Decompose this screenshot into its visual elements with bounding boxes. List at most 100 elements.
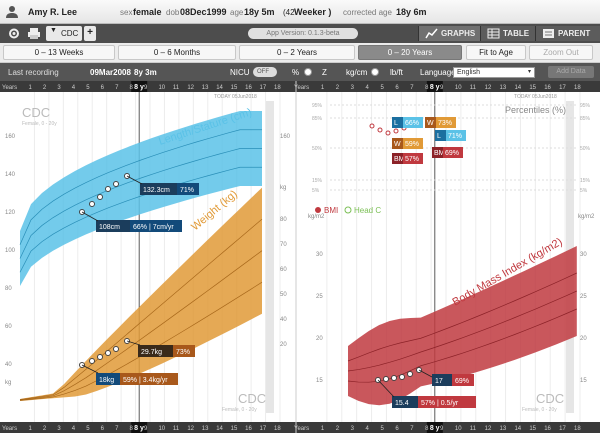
year-tick: 13 <box>500 85 507 91</box>
dob-value: 08Dec1999 <box>180 7 227 17</box>
bmi-unit-left: kg/m2 <box>308 214 325 220</box>
year-tick-bottom: 12 <box>187 426 194 432</box>
weight-data-point <box>113 346 119 352</box>
nicu-toggle[interactable]: OFF <box>253 67 277 77</box>
toolbar: ▼ CDC + App Version: 0.1.3-beta GRAPHS T… <box>0 24 600 43</box>
corrected-age-label: corrected age <box>343 8 392 17</box>
range-20-years[interactable]: 0 – 20 Years <box>358 45 462 60</box>
badge-w: W 73% <box>425 117 456 128</box>
range-13-weeks[interactable]: 0 – 13 Weeks <box>3 45 115 60</box>
language-value: English <box>457 69 480 76</box>
age-value: 18y 5m <box>244 7 275 17</box>
weight-prev-info: 59% | 3.4kg/yr <box>120 373 178 385</box>
bmi-tick-left: 15 <box>316 378 323 384</box>
year-tick: 16 <box>544 85 551 91</box>
age-marker-bottom-label: 8 y <box>134 425 144 432</box>
zoom-out-button[interactable]: Zoom Out <box>529 45 593 60</box>
language-select[interactable]: English ▾ <box>453 67 535 78</box>
units-radio[interactable] <box>371 68 379 76</box>
add-tab-button[interactable]: + <box>84 26 96 41</box>
fit-to-age-button[interactable]: Fit to Age <box>466 45 526 60</box>
table-button[interactable]: TABLE <box>480 26 535 41</box>
graphs-button[interactable]: GRAPHS <box>418 26 480 41</box>
bmi-tick-right: 15 <box>580 378 587 384</box>
percentile-tick: 95% <box>312 103 323 109</box>
percentile-tick-right: 15% <box>580 178 591 184</box>
percentile-point <box>385 130 391 136</box>
percentile-tick-right: 50% <box>580 146 591 152</box>
weight-tick-right: 20 <box>280 342 287 348</box>
print-icon[interactable] <box>26 26 42 41</box>
weight-tick-right: 70 <box>280 242 287 248</box>
bmi-current-pct: 69% <box>452 374 474 386</box>
growth-charts: YearsYears112233445566778899101011111212… <box>0 81 600 433</box>
year-tick: 11 <box>470 85 477 91</box>
year-tick-bottom: 15 <box>231 426 238 432</box>
percentile-tick-right: 85% <box>580 116 591 122</box>
parent-label: PARENT <box>558 29 591 38</box>
weight-data-point <box>89 358 95 364</box>
year-tick-bottom: 16 <box>245 426 252 432</box>
weight-tick-right: 50 <box>280 292 287 298</box>
bmi-tick-right: 20 <box>580 336 587 342</box>
length-data-point <box>113 181 119 187</box>
weight-tick-right: 80 <box>280 217 287 223</box>
today-band <box>266 101 274 413</box>
badge-l: L 66% <box>392 117 423 128</box>
range-2-years[interactable]: 0 – 2 Years <box>239 45 355 60</box>
lbft-label: lb/ft <box>390 68 403 77</box>
year-tick: 15 <box>231 85 238 91</box>
add-data-button[interactable]: Add Data <box>548 66 594 78</box>
weight-prev-info-text: 59% | 3.4kg/yr <box>123 377 168 384</box>
tab-cdc[interactable]: ▼ CDC <box>46 26 82 41</box>
length-current-callout-text: 132.3cm <box>143 187 170 194</box>
weeks-value: Weeker ) <box>294 7 332 17</box>
year-tick-bottom: 18 <box>274 426 281 432</box>
chevron-down-icon: ▼ <box>50 27 57 34</box>
weight-data-point <box>105 350 111 356</box>
length-current-pct: 71% <box>177 183 199 195</box>
sex-label: sex <box>120 8 133 17</box>
range-6-months[interactable]: 0 – 6 Months <box>118 45 236 60</box>
last-recording-label: Last recording <box>8 68 59 77</box>
year-tick: 18 <box>574 85 581 91</box>
bmi-prev-info: 57% | 0.5/yr <box>418 396 476 408</box>
weight-prev-callout-text: 18kg <box>99 377 114 384</box>
weight-current-pct: 73% <box>173 345 195 357</box>
length-tick-left: 160 <box>5 134 16 140</box>
year-tick: 14 <box>216 85 223 91</box>
length-data-point <box>105 186 111 192</box>
years-label-right: Years <box>294 85 309 91</box>
year-tick-bottom: 18 <box>574 426 581 432</box>
last-recording-date: 09Mar2008 <box>90 68 131 77</box>
bmi-legend-label: BMI <box>324 206 338 215</box>
badge-bmi2-pct: 69% <box>445 150 459 157</box>
bmi-prev-callout-text: 15.4 <box>395 400 409 407</box>
badge-l-pct: 66% <box>405 120 419 127</box>
year-tick: 10 <box>455 85 462 91</box>
year-tick-bottom: 10 <box>455 426 462 432</box>
parent-button[interactable]: PARENT <box>535 26 600 41</box>
last-recording-age: 8y 3m <box>134 68 157 77</box>
percent-label: % <box>292 68 300 77</box>
nicu-label: NICU <box>230 68 250 77</box>
percentile-point <box>393 128 399 134</box>
bmi-tick-left: 20 <box>316 336 323 342</box>
today-label: TODAY 05Jun2018 <box>514 94 557 100</box>
bmi-data-point <box>399 374 405 380</box>
percent-radio[interactable] <box>304 68 312 76</box>
length-data-point <box>97 194 103 200</box>
year-tick-bottom: 14 <box>216 426 223 432</box>
year-tick: 14 <box>514 85 521 91</box>
year-tick-bottom: 11 <box>470 426 477 432</box>
bmi-current-callout-text: 17 <box>435 378 443 385</box>
bmi-data-point <box>383 376 389 382</box>
percentile-tick-right: 5% <box>580 188 588 194</box>
badge-l2: L 71% <box>435 130 466 141</box>
plus-icon: + <box>87 27 93 38</box>
year-tick: 12 <box>187 85 194 91</box>
badge-w-label: W <box>427 120 434 127</box>
person-icon <box>6 6 18 18</box>
gear-icon[interactable] <box>6 26 22 41</box>
badge-w-pct: 73% <box>438 120 452 127</box>
